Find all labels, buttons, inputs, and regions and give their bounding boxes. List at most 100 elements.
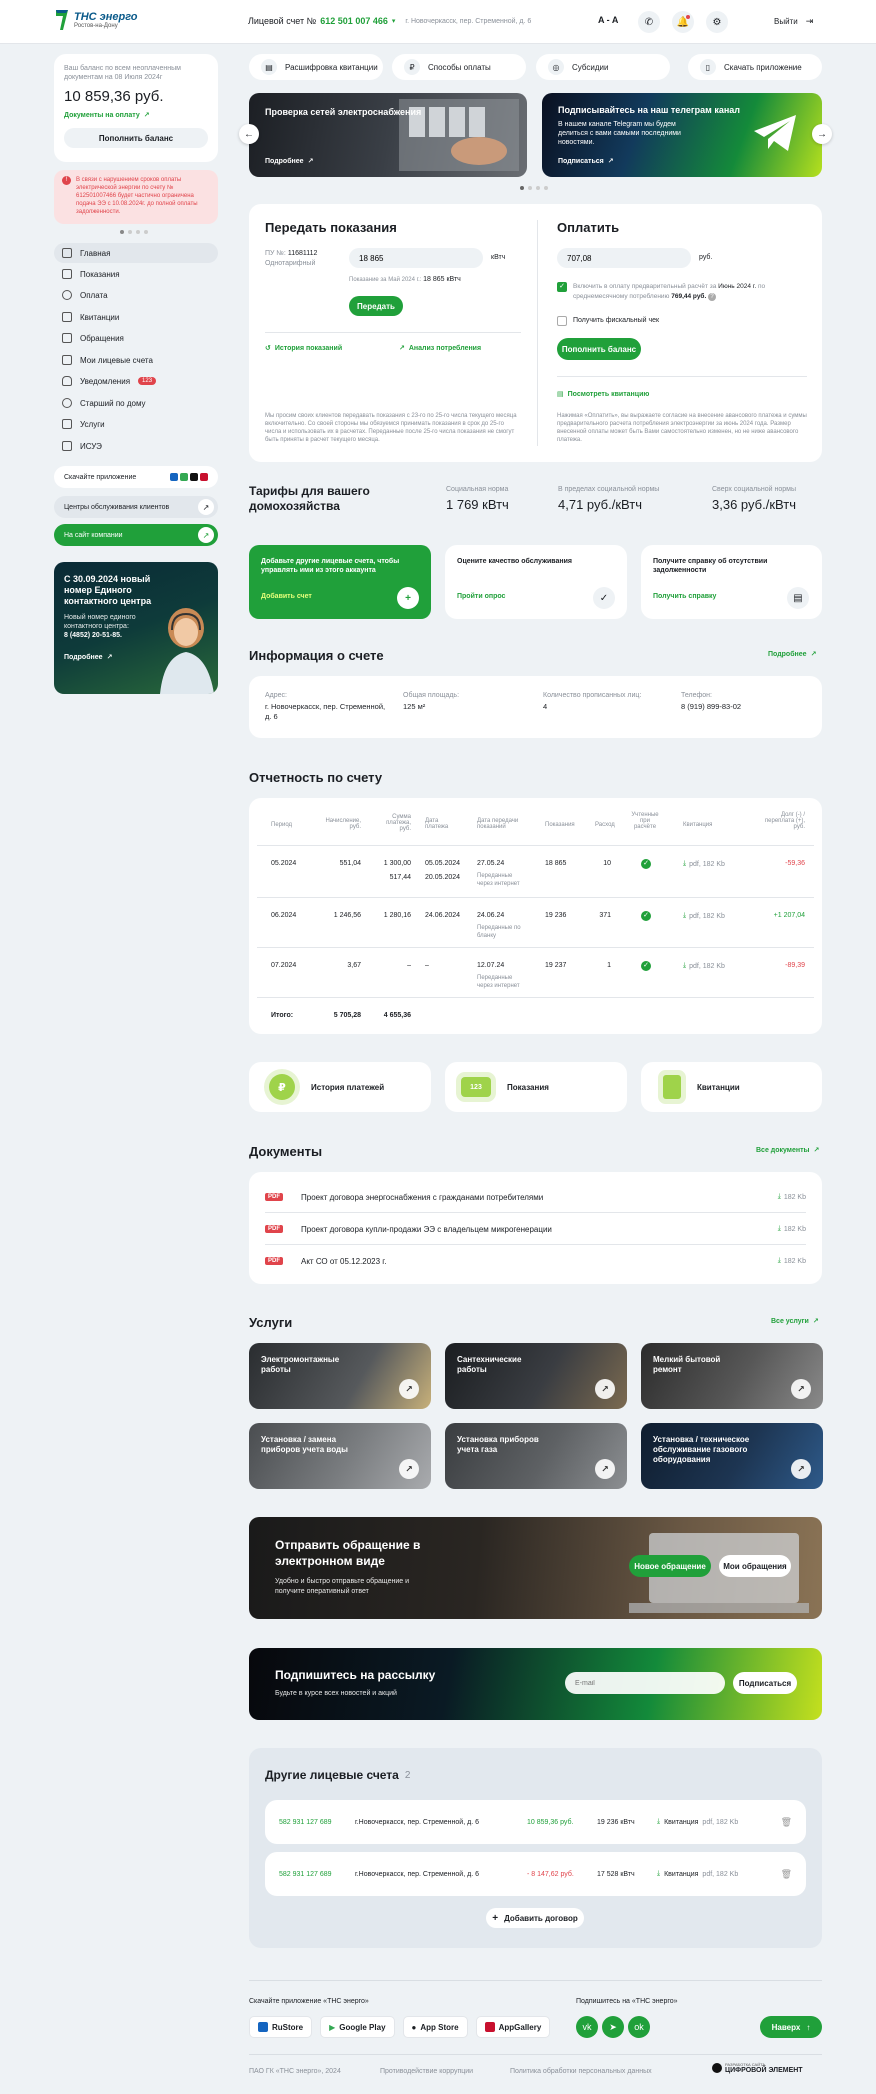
pager-dot[interactable] (144, 230, 148, 234)
menu-item-receipts[interactable]: Квитанции (62, 307, 119, 327)
trash-icon[interactable]: 🗑 (781, 1817, 792, 1828)
pager-dot[interactable] (128, 230, 132, 234)
download-icon[interactable]: ⤓ (778, 1193, 781, 1201)
privacy-link[interactable]: Политика обработки персональных данных (510, 2068, 652, 2075)
action-card-link[interactable]: Пройти опрос (457, 593, 505, 600)
service-card-gas-equipment[interactable]: Установка / техническое обслуживание газ… (641, 1423, 823, 1489)
logo[interactable]: ТНС энерго Ростов-на-Дону (54, 8, 138, 32)
pager-dot[interactable] (536, 186, 540, 190)
download-icon[interactable]: ⤓ (778, 1225, 781, 1233)
tab-subsidies[interactable]: ◎ Субсидии (536, 54, 670, 80)
download-icon[interactable]: ⤓ (778, 1257, 781, 1265)
banner-prev-button[interactable]: ← (239, 124, 259, 144)
submit-reading-button[interactable]: Передать (349, 296, 403, 316)
new-appeal-button[interactable]: Новое обращение (629, 1555, 711, 1577)
download-app-pill[interactable]: Скачайте приложение (54, 466, 218, 488)
download-icon[interactable]: ⤓ (657, 1870, 660, 1878)
menu-item-home[interactable]: Главная (62, 243, 110, 263)
readings-history-link[interactable]: История показаний (275, 345, 342, 352)
other-account-number[interactable]: 582 931 127 689 (279, 1819, 355, 1826)
pager-dot[interactable] (120, 230, 124, 234)
pager-dot[interactable] (520, 186, 524, 190)
service-card-water-meters[interactable]: Установка / замена приборов учета воды ↗ (249, 1423, 431, 1489)
payment-topup-button[interactable]: Пополнить баланс (557, 338, 641, 360)
promo-more-link[interactable]: Подробнее (64, 654, 103, 661)
trash-icon[interactable]: 🗑 (781, 1869, 792, 1880)
menu-item-isue[interactable]: ИСУЭ (62, 436, 102, 456)
document-row[interactable]: PDF Проект договора энергоснабжения с гр… (265, 1186, 806, 1208)
tab-payment-methods[interactable]: ₽ Способы оплаты (392, 54, 526, 80)
reading-input[interactable] (349, 248, 483, 268)
developer-logo[interactable]: РАЗРАБОТКА САЙТА ЦИФРОВОЙ ЭЛЕМЕНТ (712, 2062, 803, 2074)
logout-link[interactable]: Выйти (774, 17, 798, 26)
apple-icon[interactable] (190, 473, 198, 481)
appgallery-badge[interactable]: AppGallery (475, 2016, 551, 2038)
consumption-analysis-link[interactable]: Анализ потребления (409, 345, 481, 352)
appgallery-icon[interactable] (200, 473, 208, 481)
document-name[interactable]: Проект договора купли-продажи ЭЭ с владе… (301, 1225, 552, 1234)
add-contract-button[interactable]: + Добавить договор (486, 1908, 584, 1928)
pager-dot[interactable] (528, 186, 532, 190)
rustore-icon[interactable] (170, 473, 178, 481)
payment-history-link[interactable]: ₽ История платежей (249, 1062, 431, 1112)
menu-item-senior[interactable]: Старший по дому (62, 393, 146, 413)
other-account-receipt[interactable]: Квитанция (664, 1871, 698, 1878)
other-account-number[interactable]: 582 931 127 689 (279, 1871, 355, 1878)
phone-icon[interactable]: ✆ (638, 11, 660, 33)
menu-item-services[interactable]: Услуги (62, 414, 105, 434)
service-card-gas-meters[interactable]: Установка приборов учета газа ↗ (445, 1423, 627, 1489)
service-card-plumbing[interactable]: Сантехнические работы ↗ (445, 1343, 627, 1409)
other-account-receipt[interactable]: Квитанция (664, 1819, 698, 1826)
google-play-badge[interactable]: ▶ Google Play (320, 2016, 395, 2038)
action-card-link[interactable]: Добавить счет (261, 593, 312, 600)
plus-icon[interactable]: + (397, 587, 419, 609)
banner-telegram[interactable]: Подписывайтесь на наш телеграм канал В н… (542, 93, 822, 177)
gear-icon[interactable]: ⚙ (706, 11, 728, 33)
document-row[interactable]: PDF Проект договора купли-продажи ЭЭ с в… (265, 1218, 806, 1240)
view-receipt-link[interactable]: Посмотреть квитанцию (568, 391, 650, 398)
menu-item-appeals[interactable]: Обращения (62, 328, 124, 348)
download-icon[interactable]: ⤓ (683, 912, 686, 920)
account-info-more-link[interactable]: Подробнее (768, 651, 807, 658)
app-store-badge[interactable]: ● App Store (402, 2016, 468, 2038)
tab-receipt-decode[interactable]: ▤ Расшифровка квитанции (249, 54, 383, 80)
prepay-checkbox[interactable]: ✓ (557, 282, 567, 292)
pager-dot[interactable] (136, 230, 140, 234)
chevron-down-icon[interactable]: ▾ (392, 17, 396, 25)
other-account-row[interactable]: 582 931 127 689 г.Новочеркасск, пер. Стр… (265, 1800, 806, 1844)
add-account-card[interactable]: Добавьте другие лицевые счета, чтобы упр… (249, 545, 431, 619)
survey-card[interactable]: Оцените качество обслуживания Пройти опр… (445, 545, 627, 619)
banner-more-link[interactable]: Подробнее (265, 158, 304, 165)
menu-item-accounts[interactable]: Мои лицевые счета (62, 350, 153, 370)
newsletter-subscribe-button[interactable]: Подписаться (733, 1672, 797, 1694)
document-name[interactable]: Акт СО от 05.12.2023 г. (301, 1257, 386, 1266)
cell-receipt-file[interactable]: pdf, 182 Kb (689, 861, 725, 868)
font-size-toggle[interactable]: A - A (598, 15, 618, 25)
anticorruption-link[interactable]: Противодействие коррупции (380, 2068, 473, 2075)
banner-subscribe-link[interactable]: Подписаться (558, 158, 604, 165)
info-icon[interactable]: ? (708, 293, 717, 301)
docs-to-pay-link[interactable]: Документы на оплату (64, 112, 140, 119)
vk-icon[interactable]: vk (576, 2016, 598, 2038)
company-site-link[interactable]: На сайт компании ↗ (54, 524, 218, 546)
certificate-card[interactable]: Получите справку об отсутствии задолженн… (641, 545, 822, 619)
bell-icon[interactable]: 🔔 (672, 11, 694, 33)
tab-download-app[interactable]: ▯ Скачать приложение (688, 54, 822, 80)
my-appeals-button[interactable]: Мои обращения (719, 1555, 791, 1577)
service-centers-link[interactable]: Центры обслуживания клиентов ↗ (54, 496, 218, 518)
google-play-icon[interactable] (180, 473, 188, 481)
account-number[interactable]: 612 501 007 466 (320, 16, 388, 26)
rustore-badge[interactable]: RuStore (249, 2016, 313, 2038)
download-icon[interactable]: ⤓ (683, 962, 686, 970)
download-icon[interactable]: ⤓ (657, 1818, 660, 1826)
other-account-row[interactable]: 582 931 127 689 г.Новочеркасск, пер. Стр… (265, 1852, 806, 1896)
cell-receipt-file[interactable]: pdf, 182 Kb (689, 963, 725, 970)
logout-icon[interactable]: ⇥ (806, 16, 814, 27)
service-card-electrical[interactable]: Электромонтажные работы ↗ (249, 1343, 431, 1409)
cell-receipt-file[interactable]: pdf, 182 Kb (689, 913, 725, 920)
back-to-top-button[interactable]: Наверх ↑ (760, 2016, 822, 2038)
download-icon[interactable]: ⤓ (683, 860, 686, 868)
banner-network-check[interactable]: Проверка сетей электроснабжения Подробне… (249, 93, 527, 177)
menu-item-notifications[interactable]: Уведомления 123 (62, 371, 157, 391)
document-name[interactable]: Проект договора энергоснабжения с гражда… (301, 1193, 543, 1202)
